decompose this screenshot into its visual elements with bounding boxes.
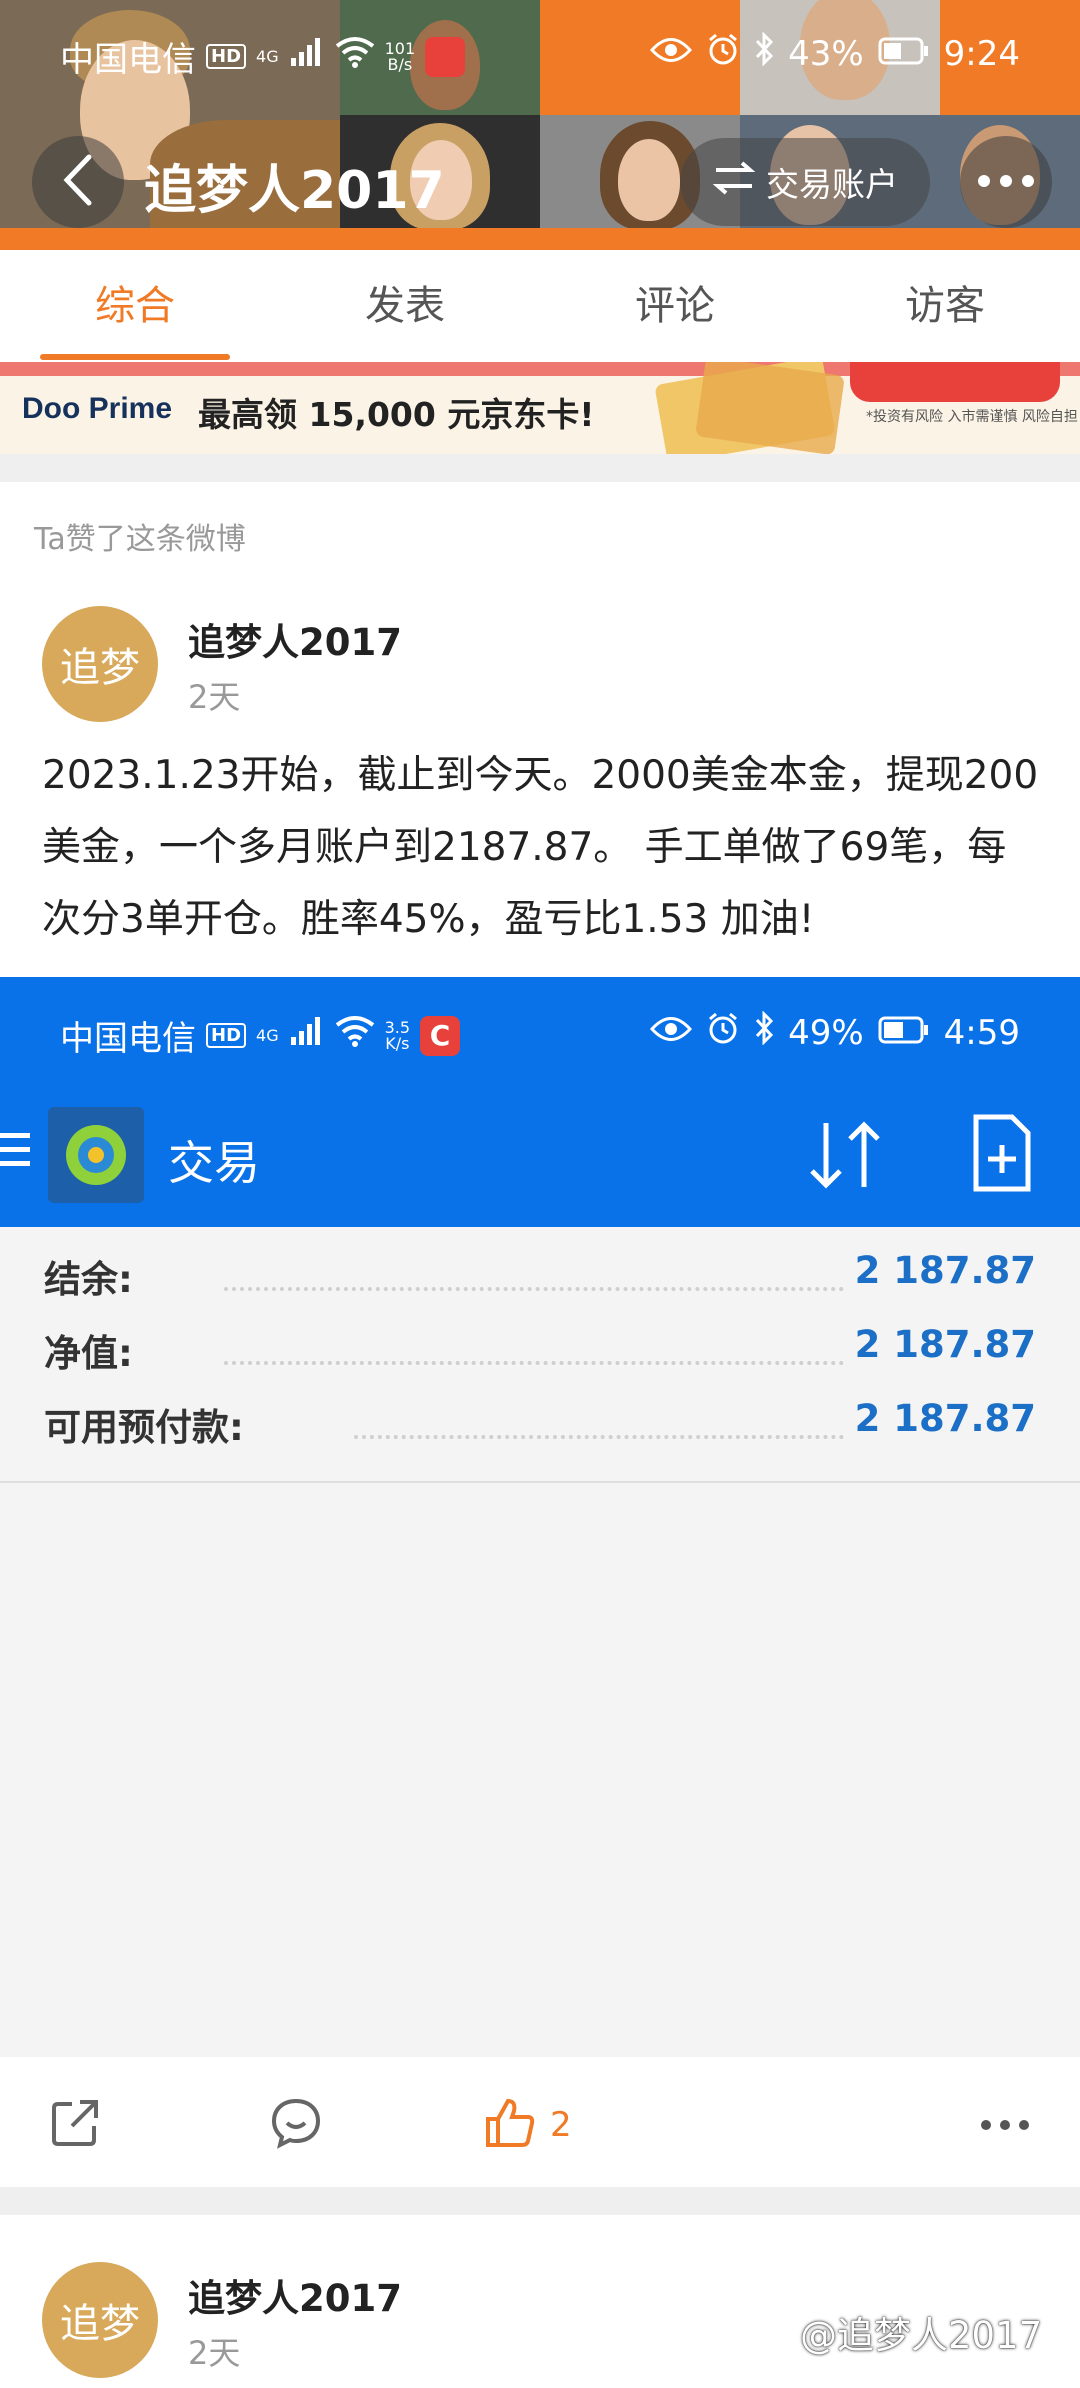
- app-title: 交易: [168, 1136, 260, 1190]
- ad-brand: Doo Prime: [22, 392, 173, 425]
- profile-header: 中国电信 HD 4G 101 B/s 43% 9:24 追梦人2017 交易账户: [0, 0, 1080, 250]
- summary-row-balance: 结余: 2 187.87: [44, 1249, 1036, 1309]
- alarm-icon: [706, 1011, 740, 1054]
- metatrader-logo-icon: [48, 1107, 144, 1203]
- carrier-label: 中国电信: [60, 40, 196, 80]
- more-horizontal-icon: [980, 2116, 1030, 2135]
- header-accent-band: [0, 228, 1080, 250]
- wifi-icon: [335, 1015, 375, 1056]
- thumbs-up-icon: [484, 2097, 536, 2153]
- chevron-left-icon: [61, 153, 95, 211]
- post-more-button[interactable]: [980, 2097, 1030, 2153]
- back-button[interactable]: [32, 136, 124, 228]
- hd-badge: HD: [206, 44, 247, 69]
- ad-cta-button[interactable]: [850, 362, 1060, 402]
- tab-posts[interactable]: 发表: [270, 250, 540, 362]
- battery-icon: [878, 34, 930, 74]
- ad-promo-text: 最高领 15,000 元京东卡!: [198, 395, 595, 434]
- post-time: 2天: [188, 2334, 241, 2372]
- tab-comments[interactable]: 评论: [540, 250, 810, 362]
- new-order-icon[interactable]: [972, 1113, 1032, 1193]
- battery-percent: 43%: [788, 33, 864, 74]
- tab-visitors[interactable]: 访客: [810, 250, 1080, 362]
- post-time: 2天: [188, 678, 241, 716]
- more-horizontal-icon: [976, 173, 1036, 192]
- net-speed-unit: K/s: [385, 1033, 410, 1053]
- post-author[interactable]: 追梦人2017: [188, 2268, 402, 2322]
- leader-dots: [224, 1287, 844, 1291]
- liked-post-label: Ta赞了这条微博: [34, 522, 246, 557]
- bluetooth-icon: [754, 31, 774, 75]
- summary-row-free-margin: 可用预付款: 2 187.87: [44, 1397, 1036, 1457]
- eye-icon: [650, 34, 693, 74]
- app-notification-icon: C: [420, 1015, 461, 1056]
- app-notification-icon: [425, 36, 466, 77]
- alarm-icon: [706, 32, 740, 75]
- page-title: 追梦人2017: [144, 161, 445, 221]
- trading-account-button[interactable]: 交易账户: [680, 138, 930, 226]
- network-type-label: 4G: [256, 46, 279, 66]
- profile-tabs: 综合 发表 评论 访客: [0, 250, 1080, 362]
- section-divider: [0, 2187, 1080, 2215]
- summary-row-equity: 净值: 2 187.87: [44, 1323, 1036, 1383]
- carrier-label: 中国电信: [60, 1019, 196, 1059]
- status-bar: 中国电信 HD 4G 101 B/s 43% 9:24: [0, 28, 1080, 80]
- battery-icon: [878, 1013, 930, 1053]
- balance-label: 结余:: [44, 1258, 133, 1301]
- wifi-icon: [335, 36, 375, 77]
- comment-icon: [270, 2097, 322, 2153]
- clock-time: 4:59: [943, 1012, 1020, 1053]
- avatar[interactable]: 追梦: [42, 2262, 158, 2378]
- equity-label: 净值:: [44, 1332, 133, 1375]
- post-author[interactable]: 追梦人2017: [188, 612, 402, 666]
- more-options-button[interactable]: [960, 136, 1052, 228]
- signal-icon: [289, 1015, 325, 1056]
- hamburger-menu-icon[interactable]: [0, 1129, 32, 1171]
- free-margin-value: 2 187.87: [854, 1397, 1036, 1440]
- share-button[interactable]: [50, 2097, 100, 2153]
- like-count: 2: [550, 2105, 572, 2145]
- post-text: 2023.1.23开始，截止到今天。2000美金本金，提现200美金，一个多月账…: [42, 753, 1039, 942]
- section-divider: [0, 454, 1080, 482]
- balance-value: 2 187.87: [854, 1249, 1036, 1292]
- tab-overview[interactable]: 综合: [0, 250, 270, 362]
- clock-time: 9:24: [943, 33, 1020, 74]
- network-type-label: 4G: [256, 1025, 279, 1045]
- swap-icon: [712, 160, 756, 204]
- comment-button[interactable]: [270, 2097, 322, 2153]
- embedded-status-bar: 中国电信 HD 4G 3.5 K/s C 49% 4:59: [0, 1007, 1080, 1059]
- avatar[interactable]: 追梦: [42, 606, 158, 722]
- equity-value: 2 187.87: [854, 1323, 1036, 1366]
- net-speed-unit: B/s: [387, 54, 413, 74]
- account-summary: 结余: 2 187.87 净值: 2 187.87 可用预付款: 2 187.8…: [0, 1227, 1080, 1483]
- hd-badge: HD: [206, 1023, 247, 1048]
- post-action-bar: 2: [0, 2057, 1080, 2187]
- signal-icon: [289, 36, 325, 77]
- free-margin-label: 可用预付款:: [44, 1406, 244, 1449]
- sort-icon[interactable]: [806, 1117, 884, 1193]
- ad-disclaimer: *投资有风险 入市需谨慎 风险自担: [866, 409, 1078, 425]
- bluetooth-icon: [754, 1010, 774, 1054]
- trading-account-label: 交易账户: [766, 165, 898, 204]
- ad-banner[interactable]: Doo Prime 最高领 15,000 元京东卡! *投资有风险 入市需谨慎 …: [0, 362, 1080, 454]
- like-button[interactable]: 2: [484, 2097, 572, 2153]
- weibo-watermark: @追梦人2017: [800, 2314, 1043, 2357]
- eye-icon: [650, 1013, 693, 1053]
- battery-percent: 49%: [788, 1012, 864, 1053]
- post-image[interactable]: 中国电信 HD 4G 3.5 K/s C 49% 4:59 交易 结余: 2 1…: [0, 977, 1080, 2057]
- leader-dots: [224, 1361, 844, 1365]
- mt4-header: 中国电信 HD 4G 3.5 K/s C 49% 4:59 交易: [0, 977, 1080, 1227]
- share-icon: [50, 2098, 100, 2152]
- leader-dots: [354, 1435, 844, 1439]
